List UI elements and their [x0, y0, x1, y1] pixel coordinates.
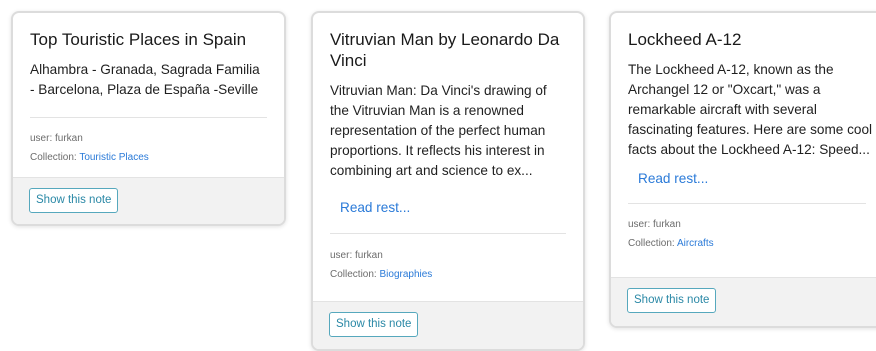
divider	[628, 203, 866, 204]
user-label: user: furkan	[30, 133, 83, 144]
note-card: Top Touristic Places in Spain Alhambra -…	[11, 11, 286, 226]
divider	[330, 233, 566, 234]
collection-link[interactable]: Biographies	[379, 269, 432, 280]
show-note-button[interactable]: Show this note	[627, 288, 717, 313]
card-footer: Show this note	[13, 177, 284, 224]
collection-label: Collection:	[30, 152, 77, 163]
card-title: Top Touristic Places in Spain	[30, 30, 247, 49]
card-body: Lockheed A-12 The Lockheed A-12, known a…	[611, 13, 876, 251]
card-title: Lockheed A-12	[628, 30, 742, 49]
divider	[30, 117, 267, 118]
read-rest-link[interactable]: Read rest...	[638, 169, 708, 189]
card-meta: user: furkan Collection: Touristic Place…	[30, 132, 267, 165]
user-label: user: furkan	[330, 250, 383, 261]
collection-line: Collection: Aircrafts	[628, 237, 872, 251]
card-body: Vitruvian Man by Leonardo Da Vinci Vitru…	[313, 13, 583, 282]
show-note-button[interactable]: Show this note	[329, 312, 419, 337]
collection-label: Collection:	[628, 238, 675, 249]
card-title: Vitruvian Man by Leonardo Da Vinci	[330, 30, 560, 70]
note-card: Lockheed A-12 The Lockheed A-12, known a…	[609, 11, 876, 328]
card-meta: user: furkan Collection: Aircrafts	[628, 218, 872, 251]
card-footer: Show this note	[313, 301, 583, 349]
read-rest-link[interactable]: Read rest...	[340, 198, 410, 218]
read-rest-wrap: Read rest...	[628, 169, 872, 189]
collection-link[interactable]: Aircrafts	[677, 238, 714, 249]
card-text: The Lockheed A-12, known as the Archange…	[628, 62, 873, 157]
collection-link[interactable]: Touristic Places	[79, 152, 148, 163]
collection-line: Collection: Biographies	[330, 268, 566, 282]
card-text: Alhambra - Granada, Sagrada Familia - Ba…	[30, 62, 260, 97]
note-card: Vitruvian Man by Leonardo Da Vinci Vitru…	[311, 11, 585, 351]
collection-label: Collection:	[330, 269, 377, 280]
user-label: user: furkan	[628, 219, 681, 230]
show-note-button[interactable]: Show this note	[29, 188, 119, 213]
card-footer: Show this note	[611, 277, 876, 326]
card-body: Top Touristic Places in Spain Alhambra -…	[13, 13, 284, 165]
card-meta: user: furkan Collection: Biographies	[330, 249, 566, 282]
card-text: Vitruvian Man: Da Vinci's drawing of the…	[330, 83, 547, 178]
collection-line: Collection: Touristic Places	[30, 151, 267, 165]
read-rest-wrap: Read rest...	[330, 198, 566, 218]
